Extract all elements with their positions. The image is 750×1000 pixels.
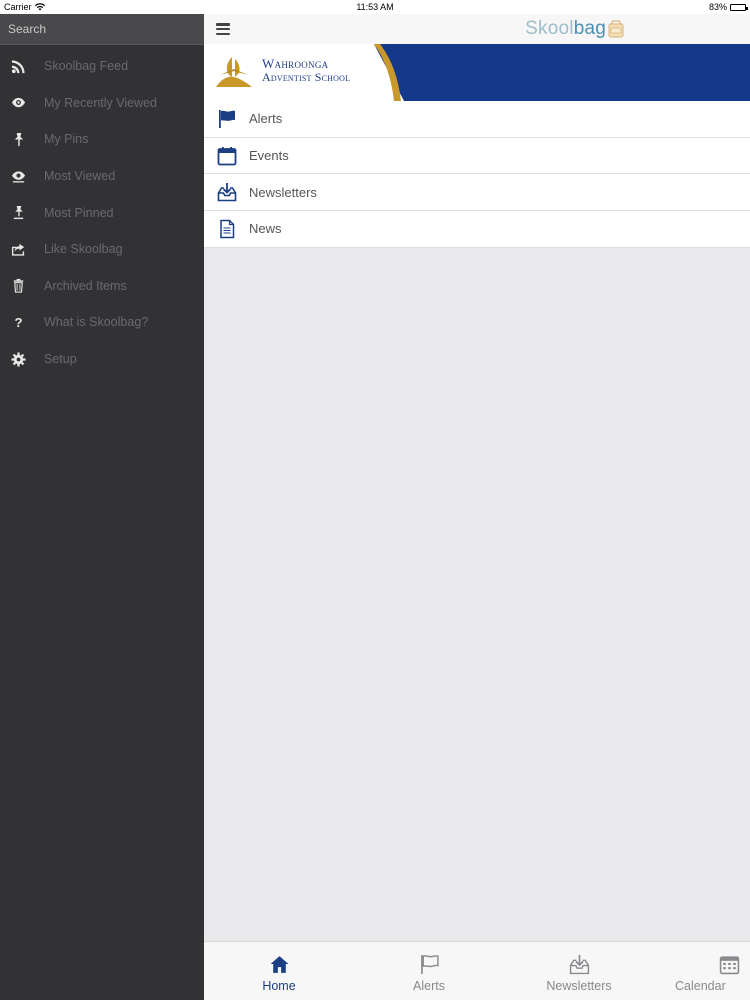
home-icon [269, 954, 290, 976]
sidebar-menu: Skoolbag Feed My Recently Viewed My Pins… [0, 14, 204, 1000]
tab-calendar[interactable]: Calendar [654, 942, 750, 1000]
sidebar-item-what-is-skoolbag[interactable]: ? What is Skoolbag? [0, 304, 204, 341]
sidebar-item-label: My Recently Viewed [44, 95, 158, 110]
schoolbag-icon [608, 20, 624, 38]
svg-text:?: ? [14, 315, 22, 330]
sidebar-item-archived-items[interactable]: Archived Items [0, 268, 204, 305]
tab-label: Home [262, 978, 296, 993]
gear-icon [0, 352, 36, 367]
sidebar-item-label: What is Skoolbag? [44, 315, 149, 330]
pin-icon [0, 132, 36, 147]
bottom-tab-bar: Home Alerts Newsletters Calendar [204, 941, 750, 1000]
sidebar-item-label: My Pins [44, 132, 89, 147]
school-name-line2: Adventist School [262, 69, 351, 84]
sidebar-item-label: Like Skoolbag [44, 242, 123, 257]
main-content: Skool bag Wahroonga Adventist School Ale… [204, 14, 750, 1000]
carrier-label: Carrier [4, 2, 32, 12]
status-time: 11:53 AM [356, 2, 394, 12]
status-left: Carrier [4, 2, 45, 12]
pins-icon [0, 205, 36, 220]
tab-newsletters[interactable]: Newsletters [504, 942, 654, 1000]
sidebar-item-most-viewed[interactable]: Most Viewed [0, 158, 204, 195]
calendar-icon [204, 146, 249, 166]
sidebar-item-my-pins[interactable]: My Pins [0, 121, 204, 158]
wifi-icon [34, 3, 45, 11]
section-item-label: Newsletters [249, 184, 317, 200]
brand-text-part1: Skool [525, 18, 574, 39]
sidebar-item-setup[interactable]: Setup [0, 341, 204, 378]
eye-icon [0, 95, 36, 110]
question-icon: ? [0, 315, 36, 330]
section-item-alerts[interactable]: Alerts [204, 101, 750, 138]
section-item-label: Events [249, 148, 289, 164]
calendar-icon [654, 954, 750, 976]
document-icon [204, 219, 249, 239]
inbox-download-icon [204, 182, 249, 202]
section-item-label: News [249, 221, 282, 237]
tab-label: Calendar [675, 978, 726, 993]
sidebar-item-recently-viewed[interactable]: My Recently Viewed [0, 85, 204, 122]
school-banner: Wahroonga Adventist School [204, 44, 750, 101]
hamburger-menu-button[interactable] [216, 23, 230, 35]
sidebar-item-label: Most Pinned [44, 205, 114, 220]
flag-icon [419, 954, 440, 976]
inbox-download-icon [569, 954, 590, 976]
sidebar-item-label: Skoolbag Feed [44, 59, 129, 74]
top-bar: Skool bag [204, 14, 750, 44]
hamburger-line [216, 32, 230, 35]
tab-label: Newsletters [546, 978, 612, 993]
app-logo: Skool bag [525, 18, 624, 40]
section-list: Alerts Events Newsletters News [204, 101, 750, 248]
battery-icon [730, 3, 748, 11]
search-input[interactable] [8, 22, 196, 36]
adventist-emblem-icon [216, 57, 252, 87]
sidebar-list: Skoolbag Feed My Recently Viewed My Pins… [0, 45, 204, 377]
sidebar-search [0, 14, 204, 45]
sidebar-item-label: Most Viewed [44, 169, 116, 184]
sidebar-item-label: Setup [44, 352, 77, 367]
sidebar-item-label: Archived Items [44, 278, 127, 293]
eye-multiple-icon [0, 169, 36, 184]
brand-text-part2: bag [573, 18, 606, 39]
flag-icon [204, 109, 249, 129]
hamburger-line [216, 27, 230, 31]
sidebar-item-most-pinned[interactable]: Most Pinned [0, 194, 204, 231]
school-name: Wahroonga Adventist School [262, 57, 350, 83]
share-icon [0, 242, 36, 257]
status-bar: Carrier 11:53 AM 83% [0, 0, 750, 14]
tab-label: Alerts [413, 978, 445, 993]
section-item-newsletters[interactable]: Newsletters [204, 174, 750, 212]
section-item-events[interactable]: Events [204, 138, 750, 175]
tab-alerts[interactable]: Alerts [354, 942, 504, 1000]
battery-percent: 83% [708, 2, 727, 12]
sidebar-item-like-skoolbag[interactable]: Like Skoolbag [0, 231, 204, 268]
tab-home[interactable]: Home [204, 942, 354, 1000]
trash-icon [0, 278, 36, 293]
section-item-news[interactable]: News [204, 211, 750, 248]
hamburger-line [216, 23, 230, 26]
school-name-line1: Wahroonga [262, 56, 329, 71]
sidebar-item-skoolbag-feed[interactable]: Skoolbag Feed [0, 48, 204, 85]
section-item-label: Alerts [249, 111, 283, 127]
status-right: 83% [708, 2, 748, 12]
rss-icon [0, 59, 36, 74]
